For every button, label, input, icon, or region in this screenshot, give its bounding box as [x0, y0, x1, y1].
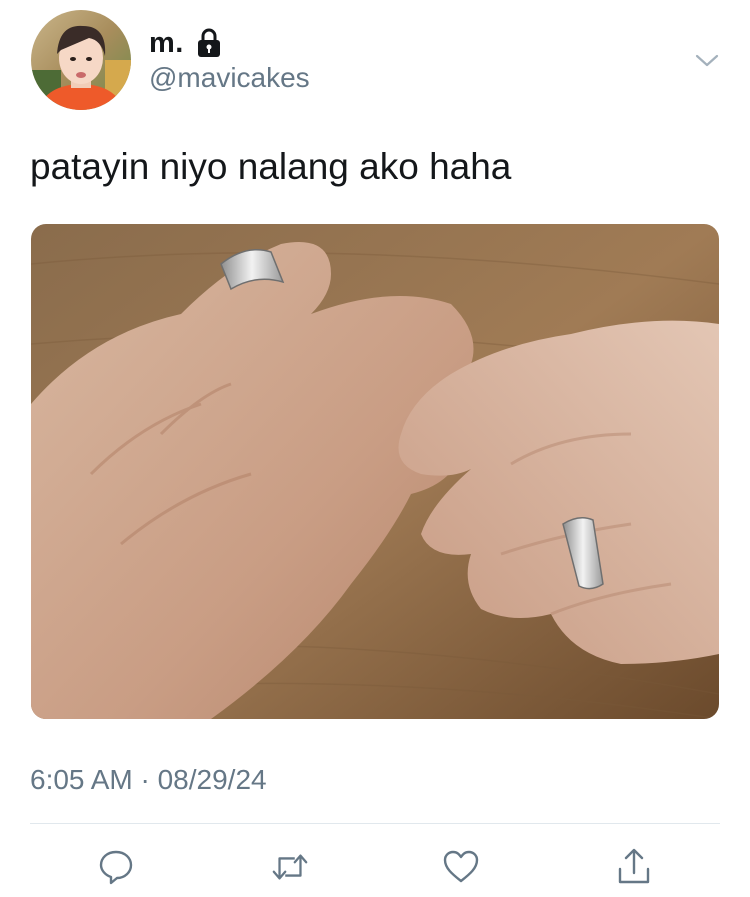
handle[interactable]: @mavicakes — [149, 62, 310, 94]
reply-icon — [99, 850, 133, 885]
retweet-icon — [272, 854, 308, 880]
display-name-row: m. — [149, 26, 222, 60]
share-button[interactable] — [614, 847, 654, 887]
chevron-down-icon[interactable] — [694, 50, 720, 70]
heart-icon — [443, 850, 479, 883]
avatar[interactable] — [31, 10, 131, 110]
timestamp[interactable]: 6:05 AM · 08/29/24 — [30, 764, 267, 796]
share-icon — [618, 848, 650, 884]
avatar-image — [31, 10, 131, 110]
reply-button[interactable] — [96, 847, 136, 887]
lock-icon — [196, 28, 222, 58]
tweet-text: patayin niyo nalang ako haha — [30, 146, 512, 187]
divider — [30, 823, 720, 824]
photo-hands-with-rings — [31, 224, 719, 719]
retweet-button[interactable] — [270, 847, 310, 887]
like-button[interactable] — [441, 847, 481, 887]
display-name[interactable]: m. — [149, 27, 184, 60]
tweet-media[interactable] — [31, 224, 719, 719]
tweet: m. @mavicakes patayin niyo nalang ako ha… — [0, 0, 750, 897]
